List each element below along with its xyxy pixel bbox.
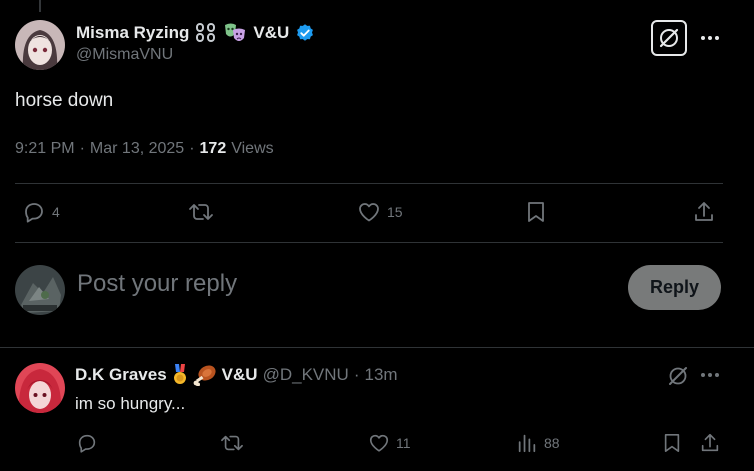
grok-icon: [669, 367, 687, 385]
heart-icon: [369, 434, 389, 452]
bookmark-icon: [664, 434, 680, 452]
reply-input[interactable]: Post your reply: [77, 270, 237, 298]
reply-header: D.K Graves V&U @D_KVNU · 13m: [75, 364, 398, 386]
more-horizontal-icon: [701, 36, 719, 40]
like-action-button[interactable]: 15: [357, 200, 403, 224]
share-button[interactable]: [692, 200, 716, 224]
like-count: 15: [387, 204, 403, 220]
reply-share-button[interactable]: [699, 432, 721, 454]
reply-grok-button[interactable]: [666, 364, 690, 388]
meta-separator: ·: [79, 140, 85, 157]
post-header: Misma Ryzing V&U @MismaVNU: [76, 22, 315, 64]
reply-more-options-button[interactable]: [698, 365, 722, 385]
reply-like-count: 11: [396, 435, 411, 451]
reply-time[interactable]: 13m: [364, 365, 397, 385]
bookmark-icon: [528, 202, 544, 222]
comment-icon: [25, 203, 43, 223]
repost-icon: [189, 204, 213, 220]
chain-emoji-icon: [195, 23, 217, 43]
more-horizontal-icon: [701, 373, 719, 377]
divider: [15, 183, 723, 184]
theater-masks-emoji-icon: [223, 22, 247, 44]
views-count: 172: [199, 140, 227, 157]
author-avatar[interactable]: [15, 20, 65, 70]
heart-icon: [359, 203, 379, 222]
author-handle[interactable]: @MismaVNU: [76, 46, 315, 64]
thread-connector: [39, 0, 41, 12]
divider: [0, 347, 754, 348]
reply-bookmark-button[interactable]: [662, 432, 682, 454]
reply-author-handle[interactable]: @D_KVNU: [263, 365, 349, 385]
reply-action-button[interactable]: 4: [22, 200, 60, 224]
reply-views-button[interactable]: 88: [516, 432, 560, 454]
share-icon: [695, 202, 713, 221]
reply-views-count: 88: [544, 435, 560, 451]
divider: [15, 242, 723, 243]
grok-icon: [659, 28, 679, 48]
analytics-icon: [518, 434, 536, 453]
medal-emoji-icon: [172, 364, 188, 386]
meta-separator: ·: [189, 140, 195, 157]
meat-on-bone-emoji-icon: [193, 364, 217, 386]
reply-text: im so hungry...: [75, 394, 186, 413]
meta-separator: ·: [353, 365, 360, 384]
bookmark-button[interactable]: [525, 200, 547, 224]
post-time[interactable]: 9:21 PM: [15, 140, 75, 158]
reply-author-avatar[interactable]: [15, 363, 65, 413]
verified-badge-icon[interactable]: [295, 23, 315, 43]
reply-author-suffix: V&U: [221, 365, 258, 384]
views-label: Views: [231, 140, 274, 157]
reply-button[interactable]: Reply: [628, 265, 721, 310]
comment-icon: [78, 434, 96, 453]
author-display-name[interactable]: Misma Ryzing: [76, 23, 189, 43]
grok-button[interactable]: [651, 20, 687, 56]
reply-like-action-button[interactable]: 11: [368, 432, 411, 454]
reply-count: 4: [52, 204, 60, 220]
post-date[interactable]: Mar 13, 2025: [90, 140, 184, 158]
repost-icon: [221, 435, 243, 451]
reply-repost-action-button[interactable]: [220, 432, 250, 454]
repost-action-button[interactable]: [188, 200, 220, 224]
author-name-suffix: V&U: [253, 23, 290, 42]
post-meta: 9:21 PM · Mar 13, 2025 · 172 Views: [15, 140, 274, 158]
more-options-button[interactable]: [698, 28, 722, 48]
current-user-avatar[interactable]: [15, 265, 65, 315]
reply-reply-action-button[interactable]: [76, 432, 104, 454]
post-text: horse down: [15, 90, 114, 111]
reply-author-display-name[interactable]: D.K Graves: [75, 365, 167, 385]
share-icon: [701, 433, 719, 452]
